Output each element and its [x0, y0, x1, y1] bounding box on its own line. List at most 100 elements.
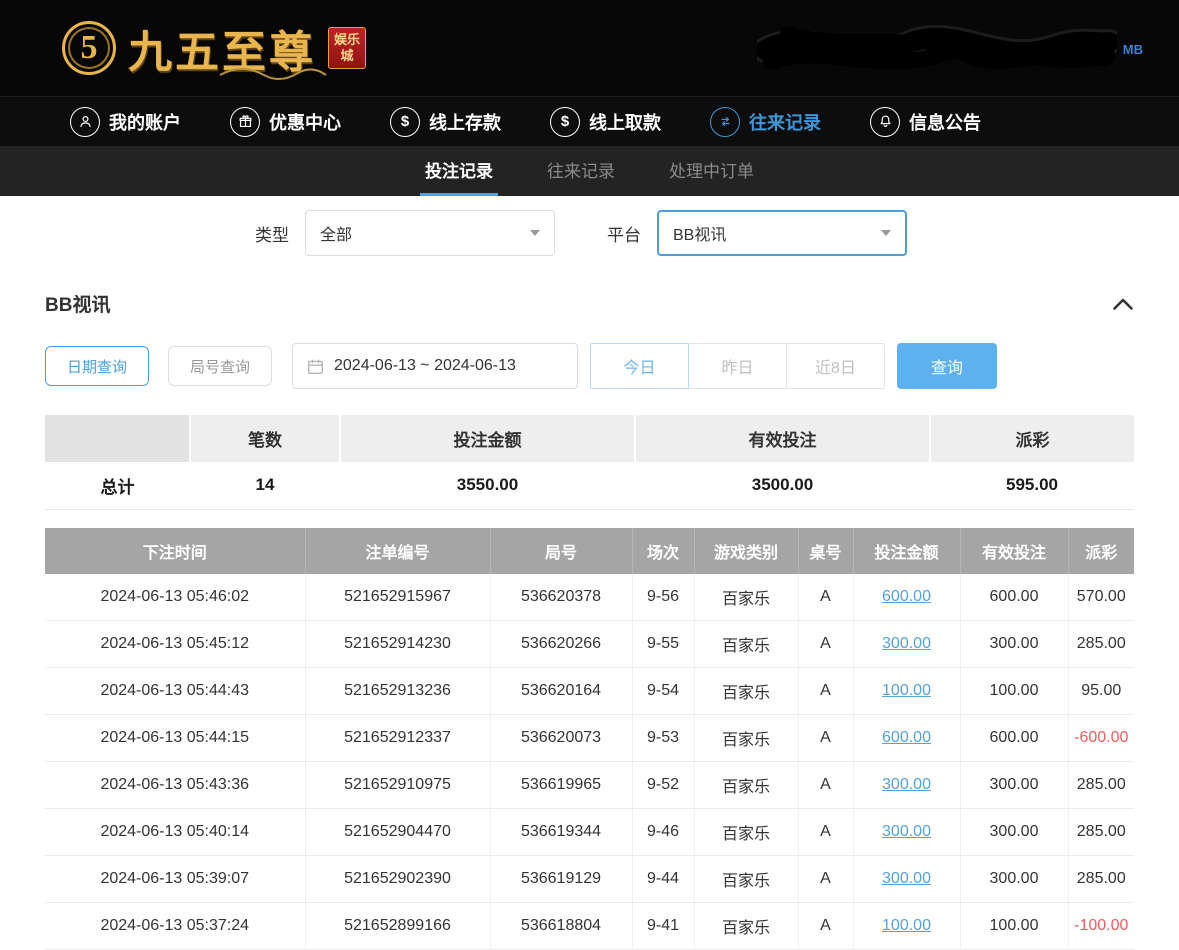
table-row: 2024-06-13 05:37:24 521652899166 5366188… — [45, 903, 1134, 950]
logo-coin-icon: 5 — [62, 21, 116, 75]
bet-amount-link[interactable]: 100.00 — [882, 682, 931, 699]
cell-bet-amount: 600.00 — [853, 715, 960, 762]
cell-table-id: A — [798, 574, 853, 621]
cell-round-id: 536620266 — [490, 621, 632, 668]
cell-bet-id: 521652912337 — [305, 715, 490, 762]
nav-label: 线上取款 — [589, 109, 661, 135]
summary-valid-bet-value: 3500.00 — [635, 462, 930, 509]
query-toolbar: 日期查询 局号查询 2024-06-13 ~ 2024-06-13 今日 昨日 … — [45, 343, 1179, 389]
platform-section-header: BB视讯 — [45, 290, 1134, 317]
summary-header-row: 笔数 投注金额 有效投注 派彩 — [45, 415, 1134, 462]
bet-amount-link[interactable]: 300.00 — [882, 635, 931, 652]
date-query-button[interactable]: 日期查询 — [45, 346, 149, 386]
cell-payout: 95.00 — [1068, 668, 1134, 715]
currency-label: MB — [1123, 42, 1143, 57]
chevron-down-icon — [530, 230, 540, 236]
calendar-icon — [307, 358, 324, 375]
nav-item-my-account[interactable]: 我的账户 — [70, 107, 181, 137]
cell-payout: 570.00 — [1068, 574, 1134, 621]
cell-bet-id: 521652902390 — [305, 856, 490, 903]
cell-bet-time: 2024-06-13 05:46:02 — [45, 574, 305, 621]
last-8-days-button[interactable]: 近8日 — [786, 343, 885, 389]
type-select[interactable]: 全部 — [305, 210, 555, 256]
bet-amount-link[interactable]: 600.00 — [882, 729, 931, 746]
nav-label: 线上存款 — [429, 109, 501, 135]
cell-bet-amount: 300.00 — [853, 856, 960, 903]
cell-table-id: A — [798, 809, 853, 856]
cell-round-id: 536619344 — [490, 809, 632, 856]
date-range-input[interactable]: 2024-06-13 ~ 2024-06-13 — [292, 343, 578, 389]
platform-select[interactable]: BB视讯 — [657, 210, 907, 256]
bet-amount-link[interactable]: 300.00 — [882, 870, 931, 887]
top-header: 5 九五至尊 娱乐城 MB — [0, 0, 1179, 96]
tab-transaction-records[interactable]: 往来记录 — [542, 146, 620, 196]
cell-session: 9-44 — [632, 856, 694, 903]
table-row: 2024-06-13 05:44:43 521652913236 5366201… — [45, 668, 1134, 715]
bet-amount-link[interactable]: 300.00 — [882, 823, 931, 840]
cell-round-id: 536619965 — [490, 762, 632, 809]
col-payout: 派彩 — [1068, 528, 1134, 574]
cell-bet-time: 2024-06-13 05:44:43 — [45, 668, 305, 715]
collapse-section-button[interactable] — [1112, 297, 1134, 311]
nav-item-promotions[interactable]: 优惠中心 — [230, 107, 341, 137]
cell-bet-amount: 100.00 — [853, 903, 960, 950]
cell-bet-amount: 100.00 — [853, 668, 960, 715]
filter-row: 类型 全部 平台 BB视讯 — [0, 196, 1179, 266]
cell-payout: 285.00 — [1068, 621, 1134, 668]
nav-item-records[interactable]: 往来记录 — [710, 107, 821, 137]
cell-payout: -100.00 — [1068, 903, 1134, 950]
cell-valid-bet: 300.00 — [960, 856, 1068, 903]
yesterday-button[interactable]: 昨日 — [688, 343, 787, 389]
cell-game-type: 百家乐 — [694, 621, 798, 668]
cell-game-type: 百家乐 — [694, 668, 798, 715]
records-tabbar: 投注记录 往来记录 处理中订单 — [0, 146, 1179, 196]
nav-item-announcements[interactable]: 信息公告 — [870, 107, 981, 137]
platform-filter-label: 平台 — [607, 221, 641, 246]
cell-round-id: 536620164 — [490, 668, 632, 715]
cell-payout: 285.00 — [1068, 809, 1134, 856]
summary-bet-amount-value: 3550.00 — [340, 462, 635, 509]
summary-count-value: 14 — [190, 462, 340, 509]
cell-bet-time: 2024-06-13 05:43:36 — [45, 762, 305, 809]
bet-table: 下注时间 注单编号 局号 场次 游戏类别 桌号 投注金额 有效投注 派彩 202… — [45, 528, 1134, 950]
type-filter-label: 类型 — [255, 221, 289, 246]
user-icon — [70, 107, 100, 137]
nav-item-deposit[interactable]: $ 线上存款 — [390, 107, 501, 137]
col-session: 场次 — [632, 528, 694, 574]
cell-round-id: 536620073 — [490, 715, 632, 762]
cell-bet-time: 2024-06-13 05:39:07 — [45, 856, 305, 903]
table-row: 2024-06-13 05:45:12 521652914230 5366202… — [45, 621, 1134, 668]
cell-session: 9-46 — [632, 809, 694, 856]
cell-game-type: 百家乐 — [694, 762, 798, 809]
bet-amount-link[interactable]: 300.00 — [882, 776, 931, 793]
summary-header-payout: 派彩 — [930, 415, 1134, 462]
cell-bet-amount: 300.00 — [853, 621, 960, 668]
cell-session: 9-55 — [632, 621, 694, 668]
col-table-id: 桌号 — [798, 528, 853, 574]
tab-processing-orders[interactable]: 处理中订单 — [664, 146, 759, 196]
logo-flourish-icon — [218, 66, 328, 82]
bet-amount-link[interactable]: 600.00 — [882, 588, 931, 605]
cell-bet-amount: 600.00 — [853, 574, 960, 621]
nav-item-withdraw[interactable]: $ 线上取款 — [550, 107, 661, 137]
cell-table-id: A — [798, 715, 853, 762]
cell-bet-id: 521652904470 — [305, 809, 490, 856]
summary-total-row: 总计 14 3550.00 3500.00 595.00 — [45, 462, 1134, 509]
deposit-coin-icon: $ — [390, 107, 420, 137]
summary-table: 笔数 投注金额 有效投注 派彩 总计 14 3550.00 3500.00 59… — [45, 415, 1134, 510]
platform-select-value: BB视讯 — [673, 221, 726, 245]
bet-amount-link[interactable]: 100.00 — [882, 917, 931, 934]
search-button[interactable]: 查询 — [897, 343, 997, 389]
cell-session: 9-52 — [632, 762, 694, 809]
cell-game-type: 百家乐 — [694, 809, 798, 856]
logo-badge: 娱乐城 — [328, 27, 366, 70]
col-round-id: 局号 — [490, 528, 632, 574]
summary-header-count: 笔数 — [190, 415, 340, 462]
cell-valid-bet: 100.00 — [960, 903, 1068, 950]
round-query-button[interactable]: 局号查询 — [168, 346, 272, 386]
today-button[interactable]: 今日 — [590, 343, 689, 389]
tab-bet-records[interactable]: 投注记录 — [420, 146, 498, 196]
table-row: 2024-06-13 05:44:15 521652912337 5366200… — [45, 715, 1134, 762]
cell-payout: 285.00 — [1068, 856, 1134, 903]
cell-session: 9-41 — [632, 903, 694, 950]
